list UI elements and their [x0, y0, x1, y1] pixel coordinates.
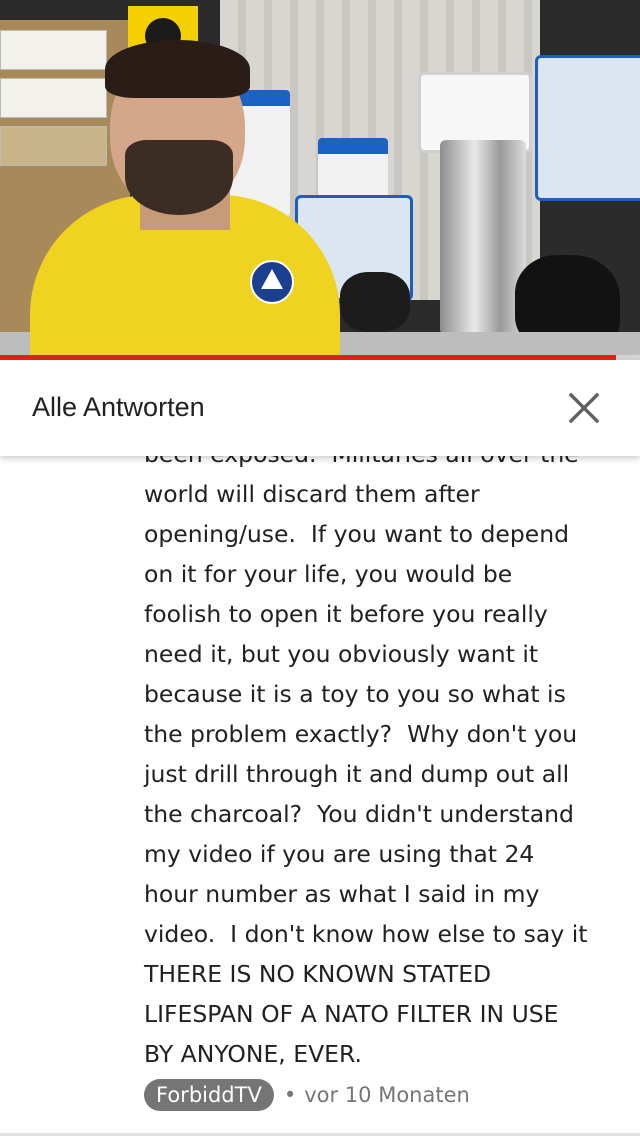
comment-line: my video if you are using that 24	[144, 840, 535, 868]
close-button[interactable]	[560, 384, 608, 432]
gas-mask	[340, 272, 410, 332]
comment-line: just drill through it and dump out all	[144, 760, 570, 788]
product-tub	[535, 55, 640, 201]
comment-line: foolish to open it before you really	[144, 600, 548, 628]
reply-thread[interactable]: been exposed. Militaries all over the wor…	[0, 456, 640, 1136]
comment-line: video. I don't know how else to say it	[144, 920, 588, 948]
comment-line: BY ANYONE, EVER.	[144, 1040, 362, 1068]
steel-filter	[440, 140, 526, 335]
comment-body: been exposed. Militaries all over the wor…	[144, 456, 614, 1074]
comment-line: on it for your life, you would be	[144, 560, 513, 588]
header-title: Alle Antworten	[32, 392, 205, 422]
author-chip[interactable]: ForbiddTV	[144, 1079, 274, 1111]
comment-line: the problem exactly? Why don't you	[144, 720, 578, 748]
comment-line: THERE IS NO KNOWN STATED	[144, 960, 492, 988]
close-icon	[568, 392, 600, 424]
comment-line: need it, but you obviously want it	[144, 640, 539, 668]
replies-header: Alle Antworten	[0, 360, 640, 456]
civil-defense-badge-icon	[250, 260, 294, 304]
comment-line: hour number as what I said in my	[144, 880, 540, 908]
comment-line: LIFESPAN OF A NATO FILTER IN USE	[144, 1000, 559, 1028]
person-hair	[105, 40, 250, 98]
comment-meta: ForbiddTV • vor 10 Monaten	[144, 1077, 470, 1113]
comment-line: the charcoal? You didn't understand	[144, 800, 574, 828]
comment-line-partial: been exposed. Militaries all over the	[144, 456, 614, 474]
comment-line: opening/use. If you want to depend	[144, 520, 570, 548]
person-beard	[125, 140, 233, 215]
comment-line: because it is a toy to you so what is	[144, 680, 566, 708]
video-player[interactable]	[0, 0, 640, 360]
meta-separator: •	[283, 1083, 297, 1107]
comment-line: world will discard them after	[144, 480, 480, 508]
comment-timestamp: vor 10 Monaten	[304, 1083, 470, 1107]
